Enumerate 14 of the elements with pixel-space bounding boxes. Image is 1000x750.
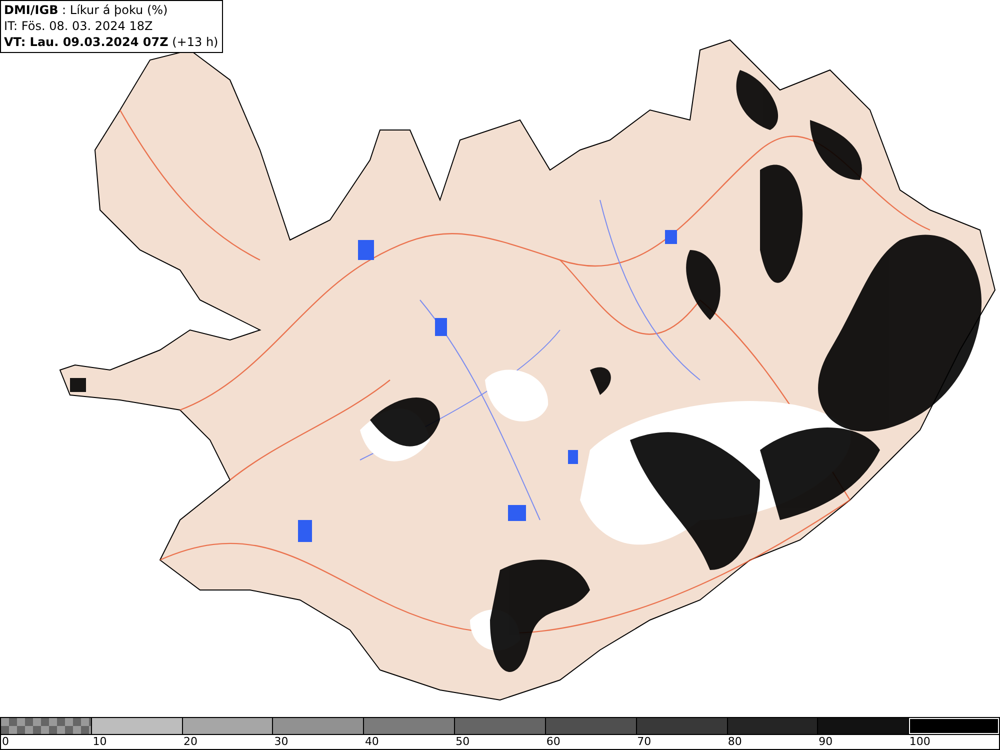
- legend-tick-label: 60: [545, 735, 560, 748]
- legend-tick-label: 20: [182, 735, 198, 748]
- legend-tick-label: 10: [92, 735, 107, 748]
- title-text: VT: Lau. 09.03.2024 07Z (+13 h): [4, 34, 218, 50]
- legend-tick-label: 30: [273, 735, 288, 748]
- legend-tick-label: 90: [818, 735, 833, 748]
- legend-tick-label: 70: [636, 735, 652, 748]
- legend-tick-label: 50: [454, 735, 470, 748]
- title-text: DMI/IGB : Líkur á þoku (%): [4, 2, 169, 18]
- legend-tick-label: 100: [908, 735, 930, 748]
- legend-tick-label: 80: [726, 735, 742, 748]
- title-text: IT: Fös. 08. 03. 2024 18Z: [4, 18, 154, 34]
- legend-tick-label: 0: [1, 735, 9, 748]
- legend-tick-label: 40: [364, 735, 379, 748]
